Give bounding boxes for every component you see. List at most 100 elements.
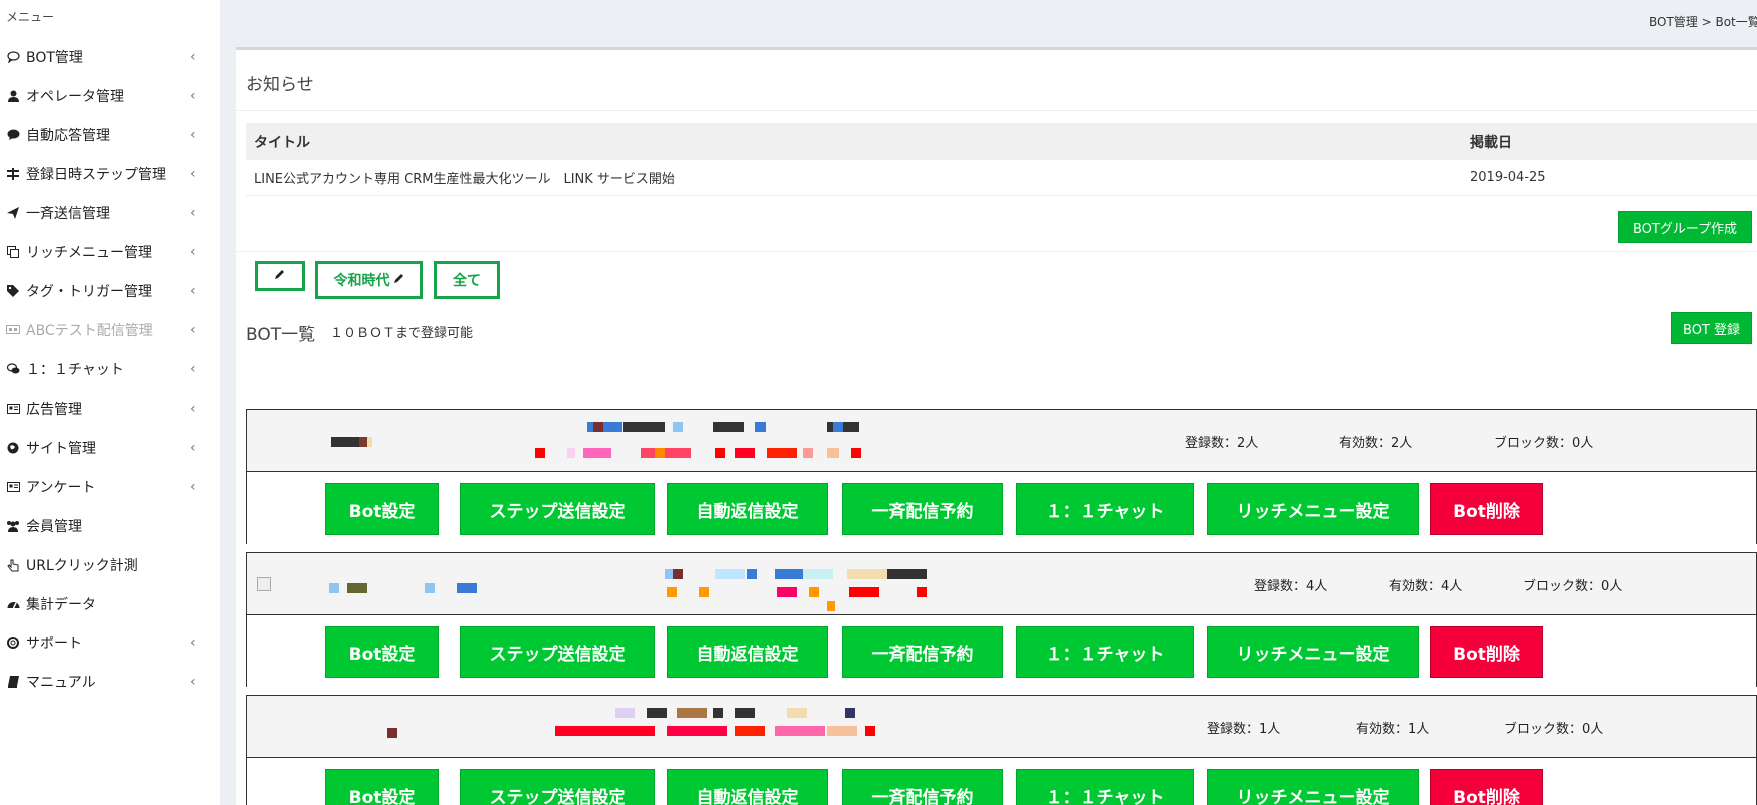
delete-bot-button[interactable]: Bot削除: [1430, 626, 1543, 678]
sidebar-item-6[interactable]: タグ・トリガー管理 ‹: [0, 271, 220, 311]
redaction-block: [735, 708, 755, 718]
redaction-block: [677, 708, 707, 718]
redaction-block: [917, 587, 927, 597]
table-row[interactable]: LINE公式アカウント専用 CRM生産性最大化ツール LINK サービス開始 2…: [246, 160, 1757, 196]
chevron-left-icon[interactable]: ‹: [190, 49, 202, 65]
redaction-block: [359, 437, 367, 447]
register-bot-button[interactable]: BOT 登録: [1671, 312, 1752, 344]
auto-reply-settings-button[interactable]: 自動返信設定: [667, 483, 828, 535]
chat-icon: [6, 363, 20, 375]
bot-stat-active: 有効数：4人: [1389, 579, 1463, 594]
rich-menu-settings-button[interactable]: リッチメニュー設定: [1207, 483, 1419, 535]
group-tab-reiwa[interactable]: 令和時代: [315, 261, 423, 299]
broadcast-schedule-button[interactable]: 一斉配信予約: [842, 626, 1003, 678]
group-tab-label: 令和時代: [333, 273, 390, 289]
sidebar-item-11[interactable]: アンケート ‹: [0, 467, 220, 507]
chevron-left-icon[interactable]: ‹: [190, 635, 202, 651]
one-to-one-chat-button[interactable]: １：１チャット: [1016, 483, 1194, 535]
sidebar-item-4[interactable]: 一斉送信管理 ‹: [0, 193, 220, 233]
redaction-block: [767, 448, 797, 458]
chevron-left-icon[interactable]: ‹: [190, 127, 202, 143]
chevron-left-icon[interactable]: ‹: [190, 401, 202, 417]
sidebar-item-label: BOT管理: [26, 50, 83, 66]
redaction-block: [387, 728, 397, 738]
breadcrumb[interactable]: BOT管理 > Bot一覧: [1649, 13, 1757, 30]
chevron-left-icon[interactable]: ‹: [190, 479, 202, 495]
bot-avatar-image: [257, 577, 271, 591]
redaction-block: [667, 587, 677, 597]
redaction-block: [715, 448, 725, 458]
bot-settings-button[interactable]: Bot設定: [325, 626, 439, 678]
sidebar-item-9[interactable]: 広告管理 ‹: [0, 389, 220, 429]
step-send-settings-button[interactable]: ステップ送信設定: [460, 483, 655, 535]
chevron-left-icon[interactable]: ‹: [190, 674, 202, 690]
redaction-block: [865, 726, 875, 736]
rich-menu-settings-button[interactable]: リッチメニュー設定: [1207, 769, 1419, 805]
redaction-block: [849, 587, 879, 597]
redaction-block: [715, 569, 745, 579]
redaction-block: [827, 448, 839, 458]
sidebar-item-15[interactable]: サポート ‹: [0, 623, 220, 663]
auto-reply-settings-button[interactable]: 自動返信設定: [667, 769, 828, 805]
sidebar-item-1[interactable]: オペレータ管理 ‹: [0, 76, 220, 116]
notice-row-title[interactable]: LINE公式アカウント専用 CRM生産性最大化ツール LINK サービス開始: [254, 168, 675, 187]
redaction-block: [775, 726, 825, 736]
sidebar-item-label: 自動応答管理: [26, 128, 110, 144]
bot-stat-blocked: ブロック数：0人: [1494, 436, 1594, 451]
notice-title: お知らせ: [246, 75, 314, 95]
bot-card: 登録数：1人 有効数：1人 ブロック数：0人 Bot設定 ステップ送信設定 自動返信設定一…: [246, 695, 1757, 805]
one-to-one-chat-button[interactable]: １：１チャット: [1016, 769, 1194, 805]
redaction-block: [777, 587, 797, 597]
sidebar-item-label: 集計データ: [26, 597, 96, 613]
step-icon: [6, 168, 20, 180]
sidebar-item-label: サイト管理: [26, 441, 96, 457]
chevron-left-icon[interactable]: ‹: [190, 283, 202, 299]
chevron-left-icon[interactable]: ‹: [190, 244, 202, 260]
sidebar-item-10[interactable]: サイト管理 ‹: [0, 428, 220, 468]
redaction-block: [583, 448, 611, 458]
comment-icon: [6, 129, 20, 141]
chevron-left-icon[interactable]: ‹: [190, 361, 202, 377]
sidebar-item-13[interactable]: URLクリック計測: [0, 545, 220, 585]
sidebar-item-label: サポート: [26, 636, 82, 652]
redaction-block: [747, 569, 757, 579]
auto-reply-settings-button[interactable]: 自動返信設定: [667, 626, 828, 678]
delete-bot-button[interactable]: Bot削除: [1430, 769, 1543, 805]
sidebar-item-label: リッチメニュー管理: [26, 245, 152, 261]
broadcast-schedule-button[interactable]: 一斉配信予約: [842, 483, 1003, 535]
step-send-settings-button[interactable]: ステップ送信設定: [460, 626, 655, 678]
group-tab-all[interactable]: 全て: [434, 261, 500, 299]
step-send-settings-button[interactable]: ステップ送信設定: [460, 769, 655, 805]
sidebar-item-5[interactable]: リッチメニュー管理 ‹: [0, 232, 220, 272]
bot-settings-button[interactable]: Bot設定: [325, 483, 439, 535]
sidebar-item-3[interactable]: 登録日時ステップ管理 ‹: [0, 154, 220, 194]
edit-group-button[interactable]: [255, 261, 305, 291]
delete-bot-button[interactable]: Bot削除: [1430, 483, 1543, 535]
chevron-left-icon[interactable]: ‹: [190, 440, 202, 456]
sidebar-item-label: URLクリック計測: [26, 558, 138, 574]
sidebar-item-2[interactable]: 自動応答管理 ‹: [0, 115, 220, 155]
redaction-block: [555, 726, 655, 736]
sidebar-item-8[interactable]: １：１チャット ‹: [0, 349, 220, 389]
redaction-block: [827, 601, 835, 611]
chevron-left-icon[interactable]: ‹: [190, 322, 202, 338]
redaction-block: [833, 422, 843, 432]
sidebar-item-7[interactable]: ABCテスト配信管理 ‹: [0, 310, 220, 350]
sidebar-item-label: ABCテスト配信管理: [26, 323, 153, 339]
broadcast-schedule-button[interactable]: 一斉配信予約: [842, 769, 1003, 805]
bot-settings-button[interactable]: Bot設定: [325, 769, 439, 805]
redaction-block: [623, 422, 665, 432]
redaction-block: [641, 448, 691, 458]
rich-menu-settings-button[interactable]: リッチメニュー設定: [1207, 626, 1419, 678]
bot-info-row: 登録数：4人 有効数：4人 ブロック数：0人: [247, 553, 1756, 615]
create-bot-group-button[interactable]: BOTグループ作成: [1618, 211, 1752, 243]
chevron-left-icon[interactable]: ‹: [190, 205, 202, 221]
one-to-one-chat-button[interactable]: １：１チャット: [1016, 626, 1194, 678]
chevron-left-icon[interactable]: ‹: [190, 166, 202, 182]
chevron-left-icon[interactable]: ‹: [190, 88, 202, 104]
sidebar-item-14[interactable]: 集計データ: [0, 584, 220, 624]
sidebar-item-0[interactable]: BOT管理 ‹: [0, 37, 220, 77]
sidebar-item-16[interactable]: マニュアル ‹: [0, 662, 220, 702]
sidebar-item-12[interactable]: 会員管理: [0, 506, 220, 546]
users-icon: [6, 520, 20, 532]
